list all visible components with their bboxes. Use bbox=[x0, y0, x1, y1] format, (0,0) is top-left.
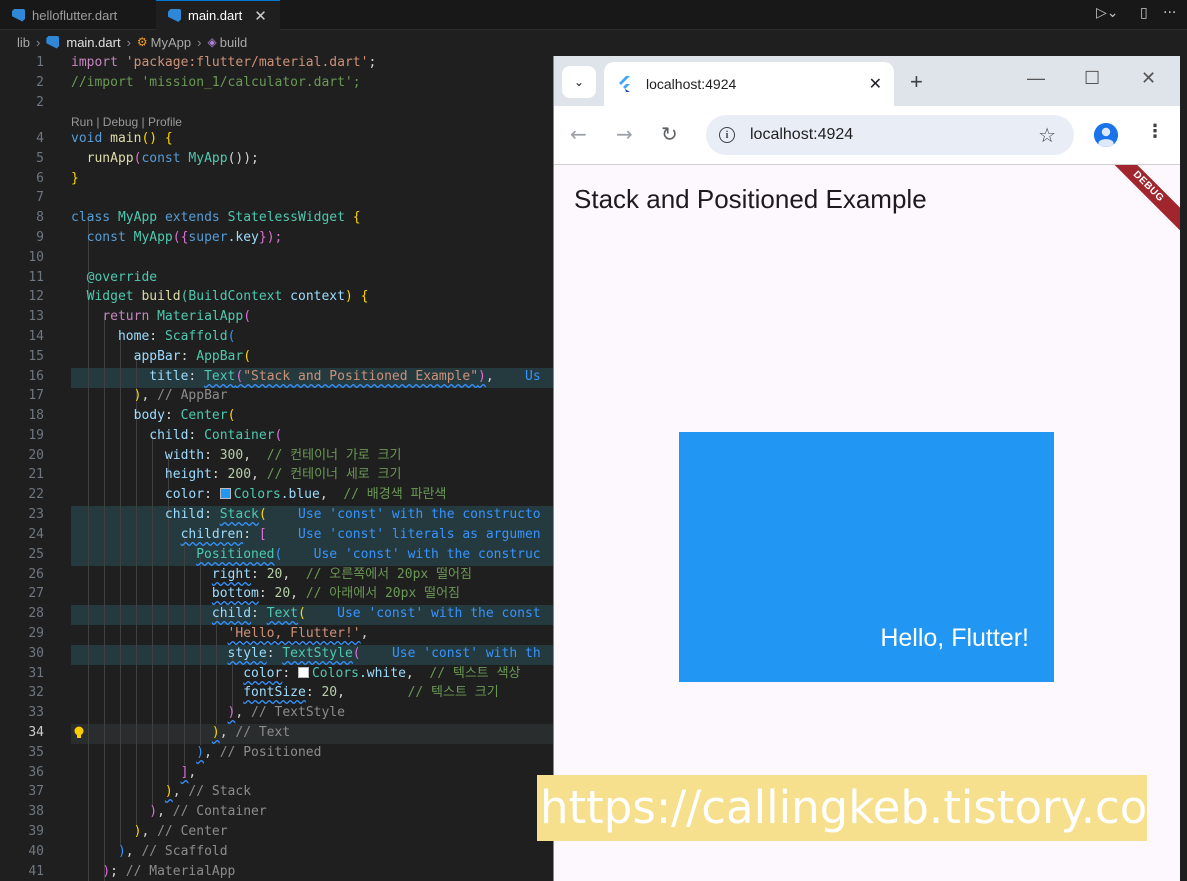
screen: helloflutter.dart main.dart ✕ ▷⌄ ▯ ··· l… bbox=[0, 0, 1187, 881]
dart-file-icon bbox=[168, 9, 181, 22]
code-line: 15 appBar: AppBar( bbox=[28, 349, 252, 364]
new-tab-button[interactable]: + bbox=[910, 69, 923, 95]
code-line: 22 color: Colors.blue, // 배경색 파란색 bbox=[28, 487, 447, 502]
code-line: 23 child: Stack( Use 'const' with the co… bbox=[28, 507, 541, 522]
bookmark-star-icon[interactable]: ☆ bbox=[1038, 123, 1056, 148]
editor-tab-bar: helloflutter.dart main.dart ✕ ▷⌄ ▯ ··· bbox=[0, 0, 1187, 30]
code-line: 21 height: 200, // 컨테이너 세로 크기 bbox=[28, 467, 402, 482]
browser-window: ⌄ localhost:4924 ✕ + — ☐ ✕ ← → ↻ i local… bbox=[553, 56, 1180, 881]
code-line: 39 ), // Center bbox=[28, 824, 228, 839]
app-bar-title: Stack and Positioned Example bbox=[574, 184, 927, 214]
code-line: 4 void main() { bbox=[36, 131, 173, 146]
watermark-url: https://callingkeb.tistory.com bbox=[537, 775, 1147, 841]
code-line: 26 right: 20, // 오른쪽에서 20px 떨어짐 bbox=[28, 567, 472, 582]
code-line: 27 bottom: 20, // 아래에서 20px 떨어짐 bbox=[28, 586, 460, 601]
code-line: 32 fontSize: 20, // 텍스트 크기 bbox=[28, 685, 499, 700]
color-swatch[interactable] bbox=[219, 488, 231, 499]
code-line: 30 style: TextStyle( Use 'const' with th bbox=[28, 646, 541, 661]
close-icon[interactable]: ✕ bbox=[254, 7, 267, 25]
tab-search-button[interactable]: ⌄ bbox=[562, 66, 596, 98]
code-line: 29 'Hello, Flutter!', bbox=[28, 626, 369, 641]
color-swatch[interactable] bbox=[297, 667, 309, 678]
breadcrumb-method[interactable]: build bbox=[220, 35, 247, 50]
url-text: localhost:4924 bbox=[750, 126, 854, 143]
browser-toolbar: ← → ↻ i localhost:4924 ☆ ⋮ bbox=[554, 106, 1180, 164]
code-line: 36 ], bbox=[28, 765, 197, 780]
info-icon[interactable]: i bbox=[719, 127, 735, 143]
code-line: 14 home: Scaffold( bbox=[28, 329, 236, 344]
tab-label: helloflutter.dart bbox=[32, 7, 118, 23]
minimize-icon[interactable]: — bbox=[1027, 68, 1045, 89]
address-bar[interactable]: i localhost:4924 ☆ bbox=[706, 115, 1074, 155]
code-line: 40 ), // Scaffold bbox=[28, 844, 228, 859]
hello-text: Hello, Flutter! bbox=[880, 624, 1029, 652]
more-actions-icon[interactable]: ··· bbox=[1163, 5, 1176, 21]
code-line: 7 bbox=[36, 190, 44, 205]
more-menu-icon[interactable]: ⋮ bbox=[1146, 121, 1164, 142]
browser-tab-title: localhost:4924 bbox=[646, 76, 737, 92]
breadcrumb: lib › main.dart › ⚙ MyApp › ◈ build bbox=[0, 31, 560, 53]
breadcrumb-folder[interactable]: lib bbox=[17, 35, 30, 50]
blue-container: Hello, Flutter! bbox=[679, 432, 1054, 682]
code-line: 38 ), // Container bbox=[28, 804, 267, 819]
tab-main-dart[interactable]: main.dart ✕ bbox=[156, 0, 280, 30]
code-line: 19 child: Container( bbox=[28, 428, 283, 443]
dart-file-icon bbox=[12, 8, 25, 22]
chevron-down-icon: ⌄ bbox=[573, 75, 585, 89]
code-line: 13 return MaterialApp( bbox=[28, 309, 252, 324]
code-line: 5 runApp(const MyApp()); bbox=[36, 151, 259, 166]
code-editor[interactable]: 1 import 'package:flutter/material.dart';… bbox=[0, 53, 553, 881]
class-icon: ⚙ bbox=[136, 35, 148, 49]
breadcrumb-file[interactable]: main.dart bbox=[66, 35, 120, 50]
chevron-right-icon: › bbox=[36, 34, 41, 50]
code-line: 2//import 'mission_1/calculator.dart'; bbox=[36, 75, 361, 90]
code-line: 35 ), // Positioned bbox=[28, 745, 322, 760]
back-arrow-icon[interactable]: ← bbox=[570, 122, 587, 146]
code-line: 16 title: Text("Stack and Positioned Exa… bbox=[28, 369, 541, 384]
code-line: 17 ), // AppBar bbox=[28, 388, 228, 403]
chevron-right-icon: › bbox=[197, 34, 202, 50]
dart-file-icon bbox=[46, 35, 60, 49]
code-line: 24 children: [ Use 'const' literals as a… bbox=[28, 527, 541, 542]
tab-label: main.dart bbox=[188, 8, 243, 23]
chevron-right-icon: › bbox=[126, 34, 131, 50]
code-line: 37 ), // Stack bbox=[28, 784, 252, 799]
code-line: 18 body: Center( bbox=[28, 408, 236, 423]
code-line: 12 Widget build(BuildContext context) { bbox=[28, 289, 369, 304]
code-line: 34 ), // Text bbox=[28, 725, 291, 740]
breadcrumb-class[interactable]: MyApp bbox=[151, 35, 191, 50]
code-line: 6} bbox=[36, 171, 79, 186]
browser-tab[interactable]: localhost:4924 ✕ bbox=[604, 62, 894, 106]
code-line: 25 Positioned( Use 'const' with the cons… bbox=[28, 547, 541, 562]
forward-arrow-icon[interactable]: → bbox=[616, 122, 633, 146]
code-line: 2 bbox=[36, 95, 44, 110]
browser-tab-strip: ⌄ localhost:4924 ✕ + — ☐ ✕ bbox=[554, 56, 1180, 106]
code-line: 20 width: 300, // 컨테이너 가로 크기 bbox=[28, 448, 402, 463]
code-line: 9 const MyApp({super.key}); bbox=[36, 230, 283, 245]
maximize-icon[interactable]: ☐ bbox=[1084, 68, 1100, 89]
split-editor-icon[interactable]: ▯ bbox=[1140, 5, 1148, 21]
window-close-icon[interactable]: ✕ bbox=[1141, 68, 1156, 89]
code-line: 1 import 'package:flutter/material.dart'; bbox=[36, 55, 377, 70]
code-line: 31 color: Colors.white, // 텍스트 색상 bbox=[28, 666, 521, 681]
code-line: 28 child: Text( Use 'const' with the con… bbox=[28, 606, 541, 621]
close-tab-icon[interactable]: ✕ bbox=[869, 74, 882, 94]
flutter-app-viewport: Stack and Positioned Example DEBUG Hello… bbox=[554, 164, 1180, 881]
method-icon: ◈ bbox=[207, 35, 217, 49]
code-line: 11 @override bbox=[28, 270, 158, 285]
run-debug-icon[interactable]: ▷⌄ bbox=[1096, 5, 1119, 21]
debug-banner: DEBUG bbox=[1099, 165, 1180, 236]
profile-avatar-icon[interactable] bbox=[1094, 123, 1118, 147]
tab-helloflutter[interactable]: helloflutter.dart bbox=[0, 0, 156, 30]
code-line: 41 ); // MaterialApp bbox=[28, 864, 236, 879]
code-line: 33 ), // TextStyle bbox=[28, 705, 345, 720]
flutter-icon bbox=[619, 76, 630, 92]
reload-icon[interactable]: ↻ bbox=[661, 122, 678, 146]
code-line: 8 class MyApp extends StatelessWidget { bbox=[36, 210, 361, 225]
code-line: 10 bbox=[28, 250, 44, 265]
